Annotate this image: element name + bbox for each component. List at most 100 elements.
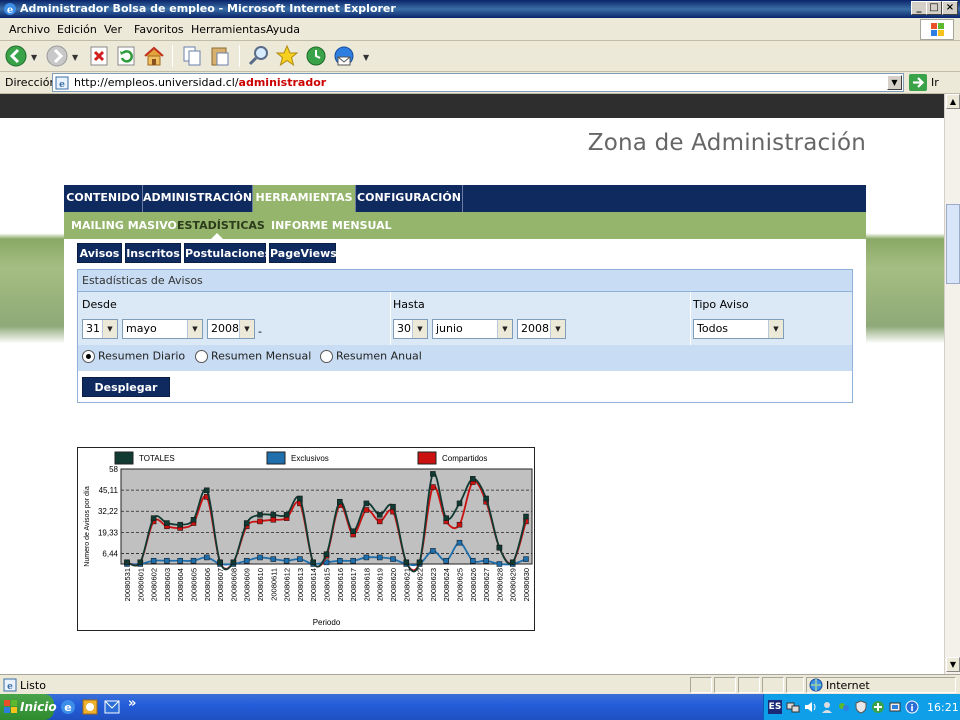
radio-resumen-diario[interactable]: Resumen Diario [82,349,185,367]
address-label: Dirección [5,76,57,89]
language-indicator[interactable]: ES [768,700,782,714]
tipo-aviso-select[interactable]: Todos ▼ [693,319,784,339]
forward-icon[interactable] [45,44,69,68]
page-title: Zona de Administración [587,130,866,156]
ie-quicklaunch-icon[interactable]: e [59,698,77,716]
start-button[interactable]: Inicio [0,694,57,720]
go-arrow-icon[interactable] [909,74,927,91]
desde-month-value: mayo [126,322,157,335]
stop-icon[interactable] [87,44,111,68]
radio-button-checked[interactable] [82,349,95,363]
tab-inscritos[interactable]: Inscritos [125,243,181,263]
mail-dropdown-icon[interactable]: ▼ [363,53,369,62]
radio-button[interactable] [320,349,333,363]
desplegar-button[interactable]: Desplegar [82,377,170,397]
hasta-year-select[interactable]: 2008 ▼ [517,319,566,339]
data-point-exclusivos [164,557,170,564]
scroll-thumb[interactable] [946,204,960,284]
tab-postulaciones[interactable]: Postulaciones [184,243,271,263]
device-icon[interactable] [888,700,902,714]
chevron-down-icon: ▼ [239,320,254,338]
favorites-icon[interactable] [275,44,299,68]
quicklaunch-more-icon[interactable]: » [128,696,136,711]
x-tick-label: 20080628 [495,568,504,601]
refresh-icon[interactable] [114,44,138,68]
mail-icon[interactable] [332,44,356,68]
paste-icon[interactable] [208,44,232,68]
history-icon[interactable] [304,44,328,68]
tab-pageviews[interactable]: PageViews [269,243,337,263]
desde-day-select[interactable]: 31 ▼ [82,319,118,339]
menu-favoritos[interactable]: Favoritos [134,23,184,36]
svg-text:e: e [59,80,65,90]
window-titlebar[interactable]: e Administrador Bolsa de empleo - Micros… [0,0,960,18]
address-input[interactable]: e http://empleos.universidad.cl/administ… [52,73,904,92]
copy-icon[interactable] [180,44,204,68]
maximize-button[interactable]: □ [926,1,942,15]
start-label: Inicio [20,700,57,714]
menu-ver[interactable]: Ver [104,23,122,36]
tab-avisos[interactable]: Avisos [77,243,122,263]
data-point-totales [523,513,529,520]
outlook-quicklaunch-icon[interactable] [103,698,121,716]
radio-button[interactable] [195,349,208,363]
close-button[interactable]: × [942,1,958,15]
network-icon[interactable] [786,700,800,714]
data-point-exclusivos [190,557,197,564]
data-point-totales [217,559,223,566]
security-icon[interactable] [854,700,868,714]
back-dropdown-icon[interactable]: ▼ [31,53,37,62]
x-tick-label: 20080613 [296,568,305,601]
user-icon[interactable] [820,700,834,714]
volume-icon[interactable] [803,700,817,714]
url-path: administrador [238,76,327,89]
update-icon[interactable] [871,700,885,714]
data-point-exclusivos [350,557,356,564]
nav-item-contenido[interactable]: CONTENIDO [64,185,143,212]
address-bar: Dirección e http://empleos.universidad.c… [0,72,960,94]
data-point-exclusivos [337,557,343,564]
x-tick-label: 20080625 [456,568,465,601]
hasta-month-select[interactable]: junio ▼ [432,319,513,339]
minimize-button[interactable]: _ [911,1,927,15]
scroll-up-icon[interactable]: ▲ [946,94,960,109]
x-tick-label: 20080604 [176,568,185,601]
menu-herramientas[interactable]: Herramientas [191,23,266,36]
address-dropdown-icon[interactable]: ▼ [887,75,902,90]
x-tick-label: 20080623 [429,568,438,601]
data-point-exclusivos [376,554,383,561]
menu-ayuda[interactable]: Ayuda [266,23,300,36]
go-button[interactable]: Ir [931,76,939,89]
messenger-icon[interactable] [837,700,851,714]
nav-item-administracion[interactable]: ADMINISTRACIÓN [143,185,253,212]
radio-resumen-mensual[interactable]: Resumen Mensual [195,349,311,367]
nav-item-configuracion[interactable]: CONFIGURACIÓN [356,185,463,212]
menu-edicion[interactable]: Edición [57,23,97,36]
data-point-exclusivos [390,556,396,562]
subnav-item-mailing[interactable]: MAILING MASIVO [71,219,177,232]
vertical-scrollbar[interactable]: ▲ ▼ [944,94,960,674]
menu-archivo[interactable]: Archivo [9,23,50,36]
subnav-item-estadisticas[interactable]: ESTADÍSTICAS [177,219,265,232]
url-prefix: http://empleos.universidad.cl/ [74,76,239,89]
radio-resumen-anual[interactable]: Resumen Anual [320,349,422,367]
data-point-totales [230,559,237,566]
data-point-totales [297,495,303,502]
status-cell [714,677,736,693]
media-quicklaunch-icon[interactable] [81,698,99,716]
hasta-day-select[interactable]: 30 ▼ [393,319,428,339]
data-point-totales [337,499,343,505]
forward-dropdown-icon[interactable]: ▼ [72,53,78,62]
status-cell [690,677,712,693]
home-icon[interactable] [142,44,166,68]
scroll-down-icon[interactable]: ▼ [946,657,960,672]
subnav-item-informe[interactable]: INFORME MENSUAL [271,219,392,232]
desde-year-select[interactable]: 2008 ▼ [207,319,255,339]
nav-item-herramientas[interactable]: HERRAMIENTAS [253,185,356,212]
back-icon[interactable] [4,44,28,68]
hasta-month-value: junio [436,322,463,335]
alert-icon[interactable]: i [905,700,919,714]
y-tick-label: 6,44 [102,549,118,558]
desde-month-select[interactable]: mayo ▼ [122,319,203,339]
search-icon[interactable] [247,44,271,68]
